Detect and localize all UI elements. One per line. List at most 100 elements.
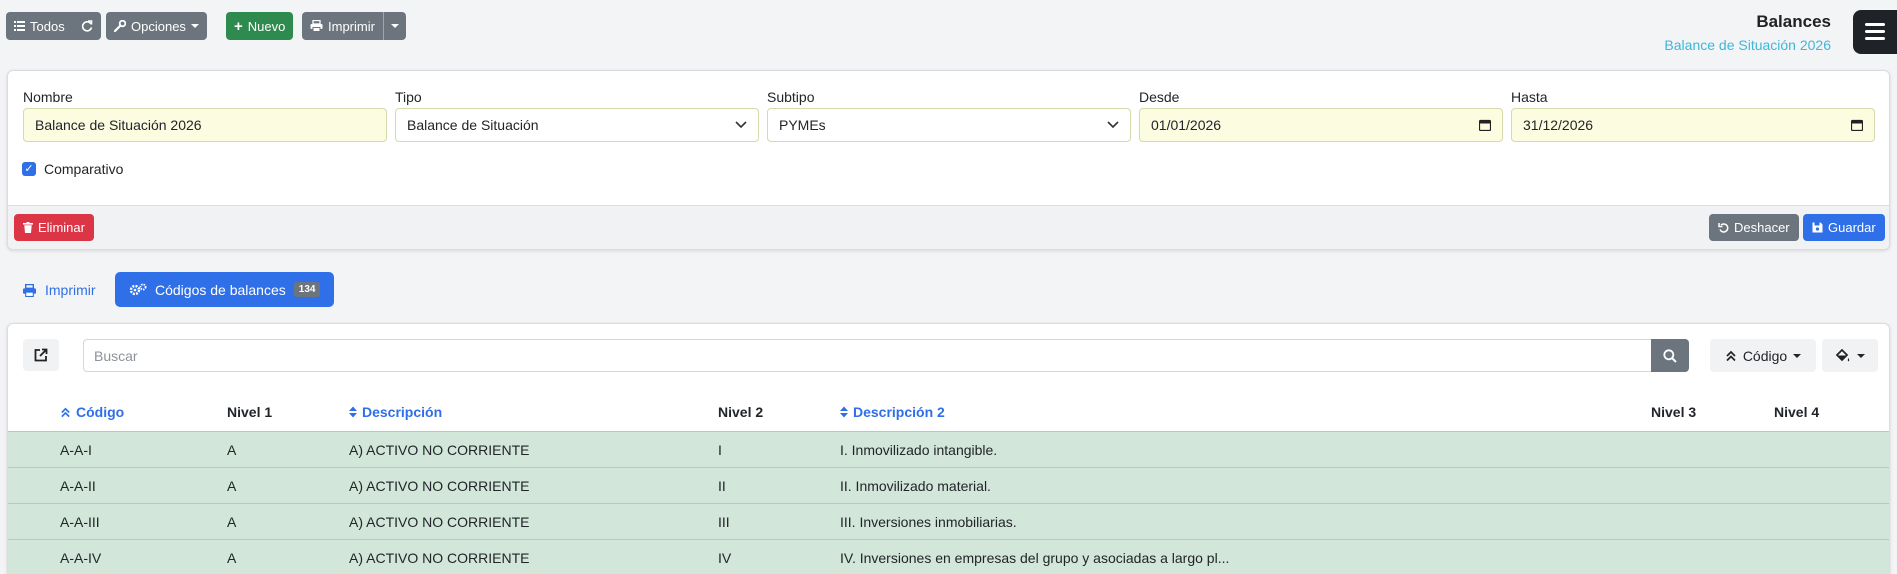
subtipo-select[interactable]: PYMEs: [767, 108, 1131, 142]
nuevo-button[interactable]: + Nuevo: [226, 12, 294, 40]
todos-button[interactable]: Todos: [6, 12, 73, 40]
cell-descripcion2: I. Inmovilizado intangible.: [840, 442, 998, 458]
printer-icon: [23, 283, 36, 297]
tipo-label: Tipo: [395, 89, 422, 105]
tab-codigos-label: Códigos de balances: [155, 281, 286, 298]
cell-codigo: A-A-II: [60, 478, 96, 494]
double-chevron-up-icon: [61, 407, 70, 417]
chevron-down-icon: [390, 24, 399, 28]
cell-descripcion: A) ACTIVO NO CORRIENTE: [349, 478, 530, 494]
open-external-button[interactable]: [23, 339, 59, 371]
column-header-nivel1: Nivel 1: [227, 404, 272, 420]
page-subtitle: Balance de Situación 2026: [1664, 37, 1831, 53]
todos-button-group: Todos: [6, 12, 101, 40]
deshacer-button[interactable]: Deshacer: [1709, 214, 1799, 241]
plus-icon: +: [234, 17, 243, 35]
cell-nivel1: A: [227, 442, 237, 458]
cogs-icon: [129, 283, 147, 296]
hasta-date-input[interactable]: 31/12/2026: [1511, 108, 1875, 142]
chevron-down-icon: [735, 121, 747, 129]
sort-icon: [840, 406, 848, 418]
printer-icon: [310, 20, 323, 32]
column-header-label: Descripción 2: [853, 404, 945, 420]
table-row[interactable]: A-A-IV A A) ACTIVO NO CORRIENTE IV IV. I…: [8, 539, 1889, 574]
column-header-nivel2: Nivel 2: [718, 404, 763, 420]
guardar-button[interactable]: Guardar: [1803, 214, 1885, 241]
imprimir-button[interactable]: Imprimir: [302, 12, 383, 40]
save-icon: [1812, 222, 1823, 233]
eliminar-button[interactable]: Eliminar: [14, 214, 94, 241]
chevron-down-icon: [190, 24, 199, 28]
guardar-label: Guardar: [1828, 220, 1876, 235]
deshacer-label: Deshacer: [1734, 220, 1790, 235]
column-header-descripcion[interactable]: Descripción: [349, 404, 442, 420]
color-filter-dropdown[interactable]: [1822, 339, 1878, 372]
menu-button[interactable]: [1853, 10, 1897, 54]
refresh-button[interactable]: [73, 12, 101, 40]
search-icon: [1663, 348, 1677, 363]
cell-codigo: A-A-I: [60, 442, 92, 458]
cell-codigo: A-A-IV: [60, 550, 102, 566]
sort-dropdown[interactable]: Código: [1710, 339, 1816, 372]
table-row[interactable]: A-A-I A A) ACTIVO NO CORRIENTE I I. Inmo…: [8, 431, 1889, 467]
double-chevron-up-icon: [1726, 350, 1736, 361]
cell-descripcion: A) ACTIVO NO CORRIENTE: [349, 550, 530, 566]
tab-imprimir[interactable]: Imprimir: [22, 282, 96, 298]
cell-nivel2: I: [718, 442, 722, 458]
table-row[interactable]: A-A-III A A) ACTIVO NO CORRIENTE III III…: [8, 503, 1889, 539]
calendar-icon[interactable]: [1851, 119, 1863, 131]
wrench-icon: [114, 20, 126, 32]
subtipo-label: Subtipo: [767, 89, 815, 105]
desde-date-input[interactable]: 01/01/2026: [1139, 108, 1503, 142]
page-title: Balances: [1756, 12, 1831, 31]
cell-nivel2: III: [718, 514, 730, 530]
cell-descripcion2: II. Inmovilizado material.: [840, 478, 991, 494]
menu-icon: [1865, 23, 1885, 26]
table-row[interactable]: A-A-II A A) ACTIVO NO CORRIENTE II II. I…: [8, 467, 1889, 503]
cell-descripcion2: III. Inversiones inmobiliarias.: [840, 514, 1017, 530]
calendar-icon[interactable]: [1479, 119, 1491, 131]
imprimir-label: Imprimir: [328, 18, 375, 34]
cell-descripcion2: IV. Inversiones en empresas del grupo y …: [840, 550, 1230, 566]
imprimir-dropdown-toggle[interactable]: [382, 12, 406, 40]
cell-nivel1: A: [227, 478, 237, 494]
tipo-select[interactable]: Balance de Situación: [395, 108, 759, 142]
cell-codigo: A-A-III: [60, 514, 100, 530]
search-button[interactable]: [1651, 339, 1689, 372]
opciones-label: Opciones: [131, 18, 186, 34]
column-header-nivel3: Nivel 3: [1651, 404, 1696, 420]
cell-nivel1: A: [227, 514, 237, 530]
column-header-label: Nivel 1: [227, 404, 273, 420]
sort-label: Código: [1742, 347, 1788, 364]
cell-descripcion: A) ACTIVO NO CORRIENTE: [349, 514, 530, 530]
todos-label: Todos: [30, 18, 65, 34]
cell-nivel2: IV: [718, 550, 732, 566]
column-header-descripcion2[interactable]: Descripción 2: [840, 404, 945, 420]
column-header-codigo[interactable]: Código: [60, 404, 124, 420]
codigos-list-card: Buscar Código Código Nivel 1 Descripción…: [7, 323, 1890, 574]
search-input[interactable]: Buscar: [83, 339, 1660, 372]
form-footer: Eliminar Deshacer Guardar: [8, 205, 1889, 249]
external-link-icon: [34, 348, 48, 362]
edit-form-card: Nombre Balance de Situación 2026 Tipo Ba…: [7, 70, 1890, 250]
column-header-label: Nivel 4: [1774, 404, 1820, 420]
trash-icon: [23, 222, 33, 233]
chevron-down-icon: [1793, 353, 1802, 358]
opciones-button[interactable]: Opciones: [106, 12, 207, 40]
paint-bucket-icon: [1835, 348, 1850, 361]
comparativo-checkbox[interactable]: ✓ Comparativo: [22, 161, 123, 177]
chevron-down-icon: [1857, 353, 1865, 358]
tab-imprimir-label: Imprimir: [45, 282, 96, 298]
column-header-label: Código: [76, 404, 125, 420]
hasta-label: Hasta: [1511, 89, 1548, 105]
comparativo-label: Comparativo: [44, 161, 124, 177]
hasta-value: 31/12/2026: [1523, 117, 1594, 133]
search-placeholder: Buscar: [94, 347, 138, 364]
chevron-down-icon: [1107, 121, 1119, 129]
nombre-value: Balance de Situación 2026: [35, 117, 202, 133]
nombre-label: Nombre: [23, 89, 73, 105]
checkmark-icon: ✓: [22, 162, 36, 176]
column-header-label: Nivel 3: [1651, 404, 1697, 420]
tab-codigos-balances[interactable]: Códigos de balances 134: [115, 272, 335, 307]
nombre-input[interactable]: Balance de Situación 2026: [23, 108, 387, 142]
